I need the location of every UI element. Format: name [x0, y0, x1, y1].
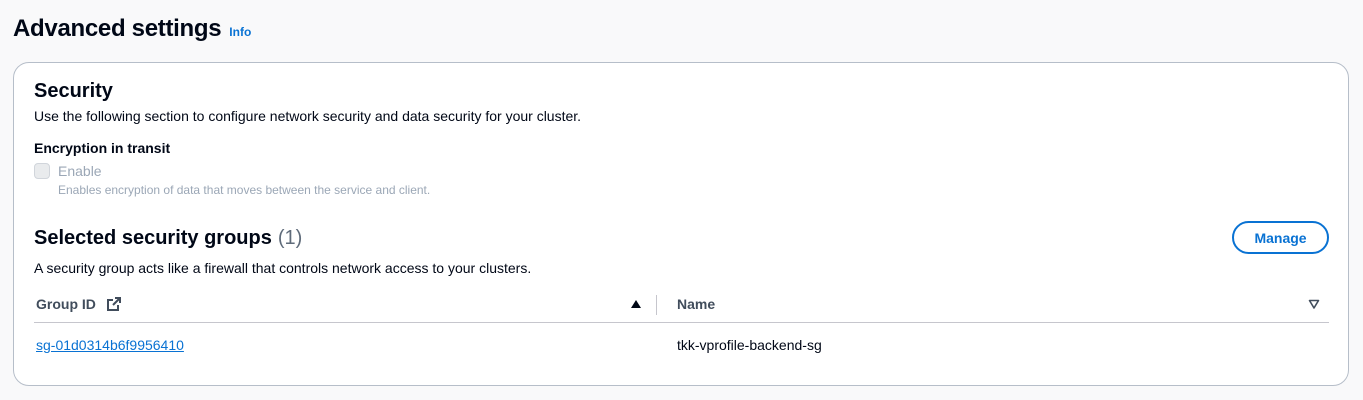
table-cell-group-id: sg-01d0314b6f9956410 — [36, 323, 184, 367]
page-title: Advanced settings — [13, 15, 222, 42]
security-groups-table: Group ID Name sg-01d0314b6f9956410 tkk-v… — [34, 285, 1329, 367]
security-section-title: Security — [34, 80, 113, 102]
manage-button[interactable]: Manage — [1232, 221, 1329, 254]
encryption-enable-label: Enable — [58, 163, 102, 179]
security-group-id-link[interactable]: sg-01d0314b6f9956410 — [36, 337, 184, 353]
column-header-group-id-label: Group ID — [36, 296, 96, 312]
info-link[interactable]: Info — [229, 25, 251, 39]
column-header-name-label: Name — [677, 296, 716, 312]
column-divider[interactable] — [656, 295, 657, 315]
encryption-enable-checkbox[interactable] — [34, 163, 50, 179]
column-header-group-id[interactable]: Group ID — [36, 285, 656, 323]
advanced-settings-container: Security Use the following section to co… — [13, 62, 1349, 386]
column-header-name[interactable]: Name — [677, 285, 1329, 323]
table-cell-name: tkk-vprofile-backend-sg — [677, 337, 822, 353]
caret-down-outline-icon[interactable] — [1308, 298, 1320, 310]
caret-up-filled-icon[interactable] — [630, 298, 642, 310]
table-row: sg-01d0314b6f9956410 tkk-vprofile-backen… — [34, 323, 1329, 367]
external-link-icon[interactable] — [106, 296, 122, 312]
encryption-enable-description: Enables encryption of data that moves be… — [58, 183, 431, 197]
security-groups-description: A security group acts like a firewall th… — [34, 260, 532, 276]
encryption-in-transit-label: Encryption in transit — [34, 140, 171, 156]
page-header: Advanced settings Info — [13, 15, 251, 43]
security-groups-count: (1) — [277, 227, 303, 249]
table-header: Group ID Name — [34, 285, 1329, 323]
security-section-description: Use the following section to configure n… — [34, 108, 582, 124]
security-groups-title: Selected security groups — [34, 227, 272, 249]
security-groups-header: Selected security groups (1) — [34, 227, 302, 250]
